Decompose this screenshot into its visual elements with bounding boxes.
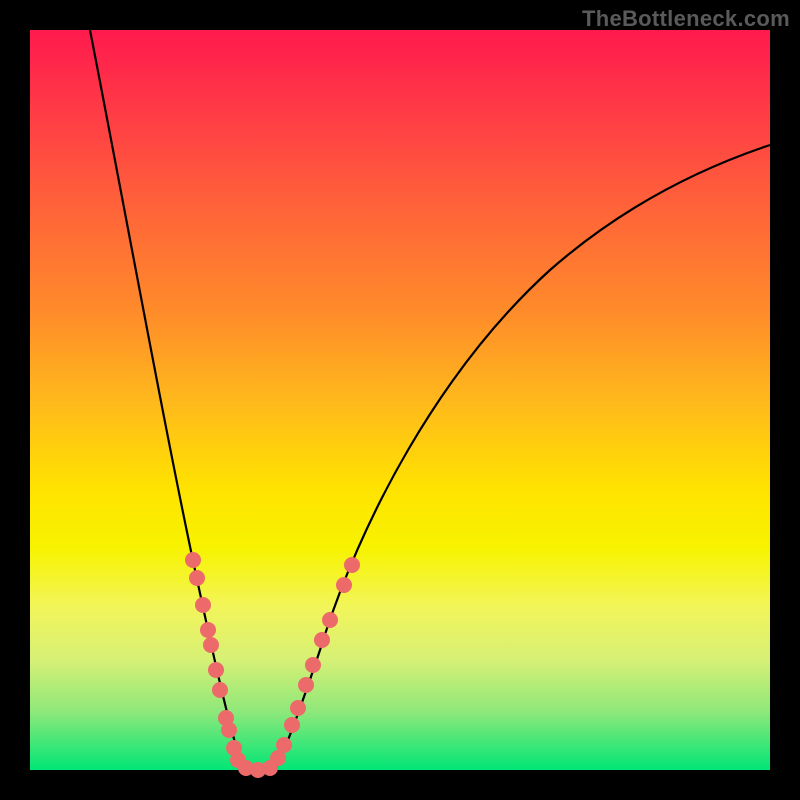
dot (276, 737, 292, 753)
dot (344, 557, 360, 573)
dot (189, 570, 205, 586)
dot (314, 632, 330, 648)
dot (212, 682, 228, 698)
dot (284, 717, 300, 733)
dot (208, 662, 224, 678)
dot (200, 622, 216, 638)
plot-area (30, 30, 770, 770)
dot (305, 657, 321, 673)
dot (221, 722, 237, 738)
watermark-text: TheBottleneck.com (582, 6, 790, 32)
chart-root: TheBottleneck.com (0, 0, 800, 800)
dot (298, 677, 314, 693)
dot (290, 700, 306, 716)
dot (185, 552, 201, 568)
dot (195, 597, 211, 613)
dot (336, 577, 352, 593)
chart-svg (30, 30, 770, 770)
dot (203, 637, 219, 653)
right-curve (275, 145, 770, 770)
dot (322, 612, 338, 628)
data-dots (185, 552, 360, 778)
left-curve (90, 30, 245, 770)
